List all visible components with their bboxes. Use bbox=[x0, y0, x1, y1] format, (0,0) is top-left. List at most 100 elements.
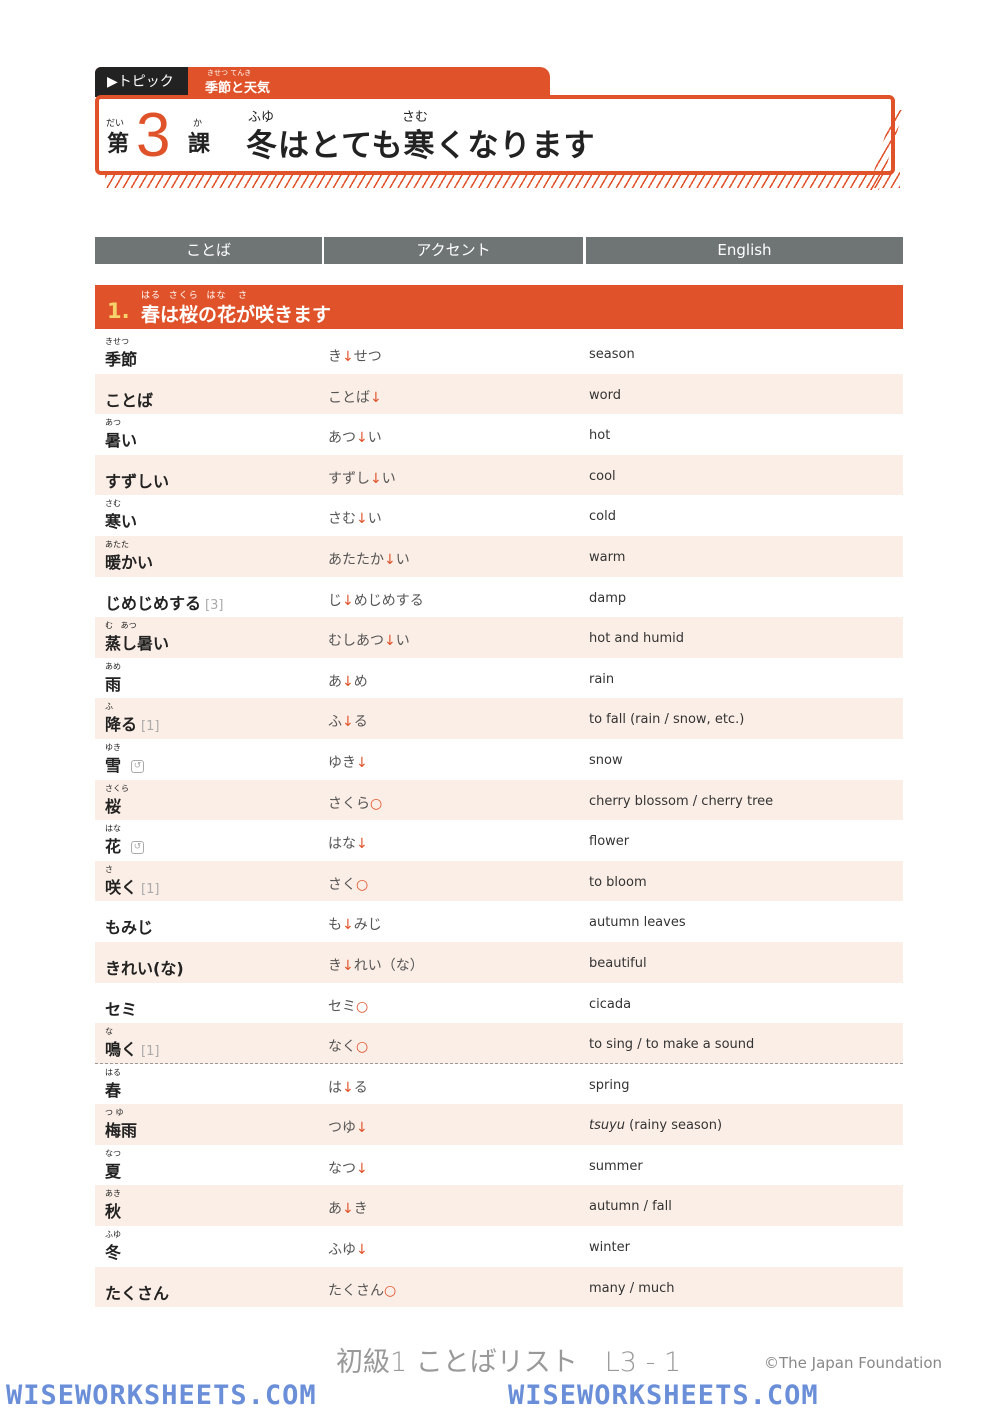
accent-drop-icon: ↓ bbox=[342, 1201, 354, 1218]
ka-label: 課 bbox=[188, 132, 211, 157]
table-row: あき 秋 あ↓き autumn / fall bbox=[95, 1185, 903, 1227]
english: many / much bbox=[589, 1280, 675, 1296]
word-cell: 季節 bbox=[105, 346, 137, 370]
copyright: ©The Japan Foundation bbox=[764, 1354, 943, 1372]
accent: じ↓めじめする bbox=[328, 592, 424, 609]
word-cell: ことば bbox=[105, 387, 153, 411]
accent: ふゆ↓ bbox=[328, 1242, 368, 1259]
word-cell: 鳴く [1] bbox=[105, 1036, 159, 1060]
word: 咲く bbox=[105, 877, 138, 897]
accent-drop-icon: ↓ bbox=[356, 1160, 368, 1177]
english: damp bbox=[589, 590, 627, 606]
accent-drop-icon: ↓ bbox=[356, 511, 368, 528]
word: 暑い bbox=[105, 431, 138, 451]
accent: あつ↓い bbox=[328, 430, 382, 447]
english: snow bbox=[589, 752, 623, 768]
word-cell: 桜 bbox=[105, 793, 121, 817]
accent: さく○ bbox=[328, 876, 369, 893]
accent: たくさん○ bbox=[328, 1282, 397, 1299]
word: もみじ bbox=[105, 918, 154, 938]
accent-flat-icon: ○ bbox=[356, 876, 369, 893]
accent-flat-icon: ○ bbox=[370, 795, 383, 812]
countable-icon: ↺ bbox=[131, 759, 145, 773]
accent-drop-icon: ↓ bbox=[356, 754, 368, 771]
english: to bloom bbox=[589, 874, 647, 890]
word: たくさん bbox=[105, 1283, 170, 1303]
english: cherry blossom / cherry tree bbox=[589, 793, 774, 809]
topic-theme: 季節と天気 bbox=[205, 81, 271, 96]
table-row: はる 春 は↓る spring bbox=[95, 1064, 903, 1105]
accent: なく○ bbox=[328, 1039, 369, 1056]
word: 降る bbox=[105, 715, 138, 735]
accent: ゆき↓ bbox=[328, 754, 368, 771]
word: 季節 bbox=[105, 350, 138, 369]
accent: は↓る bbox=[328, 1079, 368, 1096]
page-label: 初級1 ことばリスト L3 - 1 bbox=[336, 1347, 682, 1378]
watermark: WISEWORKSHEETS.COM bbox=[508, 1380, 819, 1411]
accent: あ↓め bbox=[328, 673, 368, 690]
watermark: WISEWORKSHEETS.COM bbox=[6, 1380, 317, 1411]
accent-drop-icon: ↓ bbox=[384, 633, 396, 650]
english: cicada bbox=[589, 996, 632, 1012]
column-header-accent: アクセント bbox=[324, 237, 583, 264]
table-row: つ ゆ 梅雨 つゆ↓ tsuyu (rainy season) bbox=[95, 1104, 903, 1145]
column-header-english: English bbox=[586, 237, 903, 264]
word: 寒い bbox=[105, 512, 138, 532]
accent-drop-icon: ↓ bbox=[384, 551, 396, 568]
accent-drop-icon: ↓ bbox=[342, 957, 354, 974]
accent: あ↓き bbox=[328, 1201, 368, 1218]
english: summer bbox=[589, 1158, 643, 1174]
word: 雨 bbox=[105, 674, 122, 694]
english: hot bbox=[589, 428, 611, 444]
accent: なつ↓ bbox=[328, 1160, 368, 1177]
word-cell: 冬 bbox=[105, 1239, 121, 1263]
english: warm bbox=[589, 549, 626, 565]
dai-label: 第 bbox=[107, 132, 130, 157]
topic-tab: ▶トピック きせつ てんき 季節と天気 bbox=[95, 67, 550, 97]
word-cell: 降る [1] bbox=[105, 711, 159, 735]
accent-drop-icon: ↓ bbox=[342, 592, 354, 609]
table-row: ふゆ 冬 ふゆ↓ winter bbox=[95, 1226, 903, 1267]
table-row: じめじめする [3] じ↓めじめする damp bbox=[95, 577, 903, 618]
word: 花 bbox=[105, 837, 122, 857]
word-cell: 春 bbox=[105, 1077, 121, 1101]
english: to sing / to make a sound bbox=[589, 1037, 755, 1053]
column-header-kotoba: ことば bbox=[95, 237, 322, 264]
table-row: ふ 降る [1] ふ↓る to fall (rain / snow, etc.) bbox=[95, 698, 903, 739]
word: 桜 bbox=[105, 796, 122, 816]
accent: ふ↓る bbox=[328, 714, 368, 731]
lesson-number: 3 bbox=[136, 101, 171, 170]
accent-drop-icon: ↓ bbox=[342, 714, 354, 731]
table-row: すずしい すずし↓い cool bbox=[95, 454, 903, 496]
word-cell: きれい(な) bbox=[105, 955, 184, 979]
word: 雪 bbox=[105, 755, 122, 775]
word: すずしい bbox=[105, 471, 170, 491]
english: tsuyu (rainy season) bbox=[589, 1118, 723, 1134]
word: 夏 bbox=[105, 1161, 122, 1181]
accent-flat-icon: ○ bbox=[356, 998, 369, 1015]
accent-drop-icon: ↓ bbox=[356, 430, 368, 447]
word-cell: 夏 bbox=[105, 1158, 121, 1182]
word: セミ bbox=[105, 999, 138, 1019]
accent-drop-icon: ↓ bbox=[370, 470, 382, 487]
accent: さむ↓い bbox=[328, 511, 382, 528]
accent: き↓れい（な） bbox=[328, 957, 424, 974]
table-row: な 鳴く [1] なく○ to sing / to make a sound bbox=[95, 1023, 903, 1064]
word: 鳴く bbox=[105, 1040, 138, 1060]
english: cool bbox=[589, 468, 616, 484]
word-cell: 梅雨 bbox=[105, 1117, 137, 1141]
table-row: さ 咲く [1] さく○ to bloom bbox=[95, 860, 903, 902]
accent: ことば↓ bbox=[328, 389, 382, 406]
accent: き↓せつ bbox=[328, 349, 382, 365]
table-row: きれい(な) き↓れい（な） beautiful bbox=[95, 941, 903, 983]
english: rain bbox=[589, 671, 615, 687]
word-cell: 雪 ↺ bbox=[105, 752, 145, 776]
accent: むしあつ↓い bbox=[328, 633, 410, 650]
word: 春 bbox=[105, 1080, 122, 1100]
table-row: あつ 暑い あつ↓い hot bbox=[95, 414, 903, 455]
accent-drop-icon: ↓ bbox=[356, 1242, 368, 1259]
accent: も↓みじ bbox=[328, 917, 382, 934]
vocabulary-list: きせつ 季節 き↓せつ season ことば ことば↓ word あつ 暑い あつ… bbox=[95, 333, 903, 1308]
word-cell: 咲く [1] bbox=[105, 874, 159, 898]
word-cell: すずしい bbox=[105, 468, 169, 492]
